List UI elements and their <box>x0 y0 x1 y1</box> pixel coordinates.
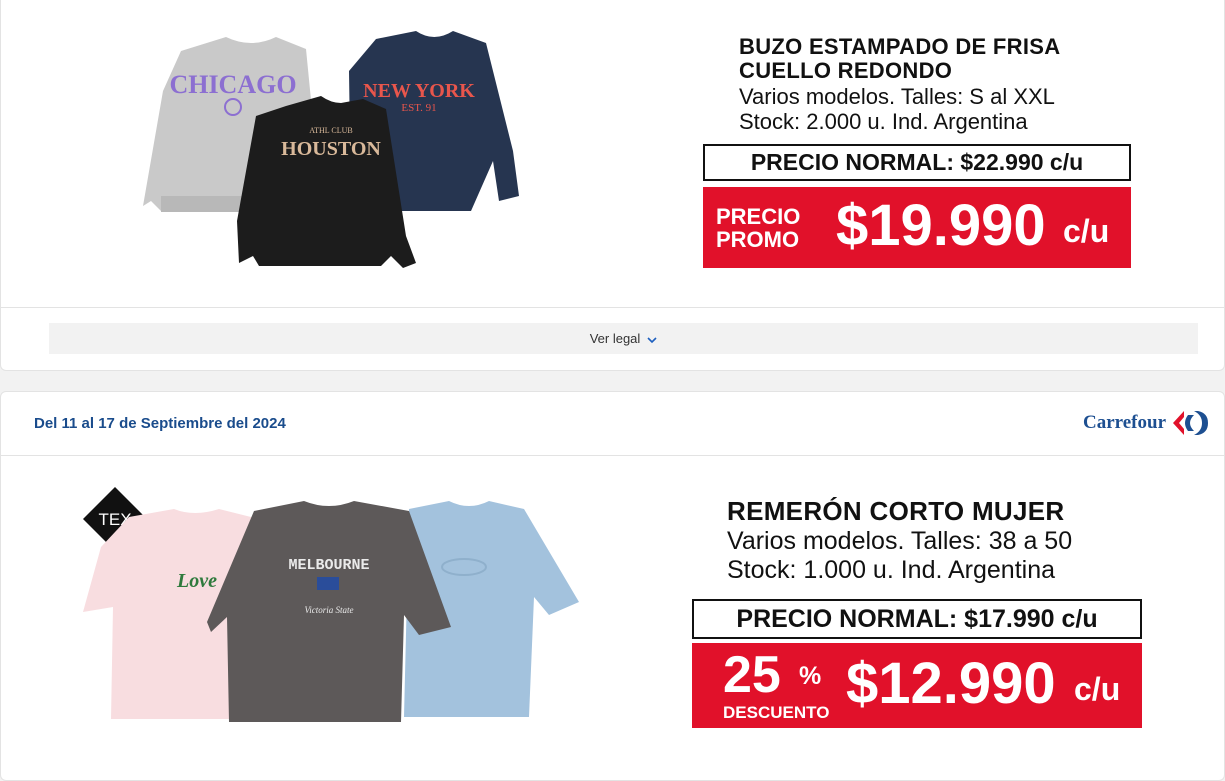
product-sizes: Varios modelos. Talles: 38 a 50 <box>727 527 1073 555</box>
print-chicago: CHICAGO <box>169 70 296 99</box>
discount-price-box: 25 % DESCUENTO $12.990 c/u <box>692 643 1142 728</box>
print-new-york: NEW YORK <box>363 80 475 102</box>
promo-price: $19.990 <box>836 193 1046 258</box>
normal-price-box: PRECIO NORMAL: $17.990 c/u <box>692 599 1142 639</box>
promo-price: $12.990 <box>846 651 1056 716</box>
offer-card-tshirt: Del 11 al 17 de Septiembre del 2024 Carr… <box>0 391 1225 781</box>
product-stock: Stock: 2.000 u. Ind. Argentina <box>739 109 1028 134</box>
brand-name: Carrefour <box>1083 412 1167 433</box>
product-details: Varios modelos. Talles: S al XXL Stock: … <box>739 84 1055 134</box>
tshirts-product-image: TEX Love MELBOURNE Victoria State <box>83 487 579 722</box>
normal-price-box: PRECIO NORMAL: $22.990 c/u <box>703 144 1131 181</box>
print-victoria-state: Victoria State <box>304 605 353 615</box>
product-details: Varios modelos. Talles: 38 a 50 Stock: 1… <box>727 527 1072 585</box>
offer-card-sweatshirt: CHICAGO NEW YORK EST. 91 ATHL CLUB HOUST… <box>0 0 1225 371</box>
promo-label: PRECIO PROMO <box>716 204 801 252</box>
promo-price-box: PRECIO PROMO $19.990 c/u <box>703 187 1131 268</box>
chevron-down-icon <box>647 324 657 355</box>
discount-label: DESCUENTO <box>723 703 830 722</box>
carrefour-logo: Carrefour <box>1083 410 1210 436</box>
print-athl-club: ATHL CLUB <box>309 126 352 135</box>
print-love: Love <box>176 570 217 592</box>
carrefour-logo-icon <box>1173 411 1209 435</box>
product-title: REMERÓN CORTO MUJER <box>727 496 1065 526</box>
ver-legal-toggle[interactable]: Ver legal <box>49 323 1198 354</box>
divider <box>1 307 1224 308</box>
print-est: EST. 91 <box>401 102 436 114</box>
discount-percent-sign: % <box>799 662 822 690</box>
product-stock: Stock: 1.000 u. Ind. Argentina <box>727 556 1056 584</box>
sweatshirts-product-image: CHICAGO NEW YORK EST. 91 ATHL CLUB HOUST… <box>143 31 519 268</box>
discount-value: 25 <box>723 646 781 704</box>
ver-legal-label: Ver legal <box>589 331 641 346</box>
promo-unit: c/u <box>1074 671 1121 707</box>
divider <box>1 455 1224 456</box>
product-sizes: Varios modelos. Talles: S al XXL <box>739 84 1055 109</box>
print-houston: HOUSTON <box>281 138 381 160</box>
product-title: BUZO ESTAMPADO DE FRISA CUELLO REDONDO <box>739 34 1061 83</box>
promo-unit: c/u <box>1063 213 1110 249</box>
offer-date-range: Del 11 al 17 de Septiembre del 2024 <box>34 415 286 432</box>
print-melbourne: MELBOURNE <box>288 557 369 574</box>
